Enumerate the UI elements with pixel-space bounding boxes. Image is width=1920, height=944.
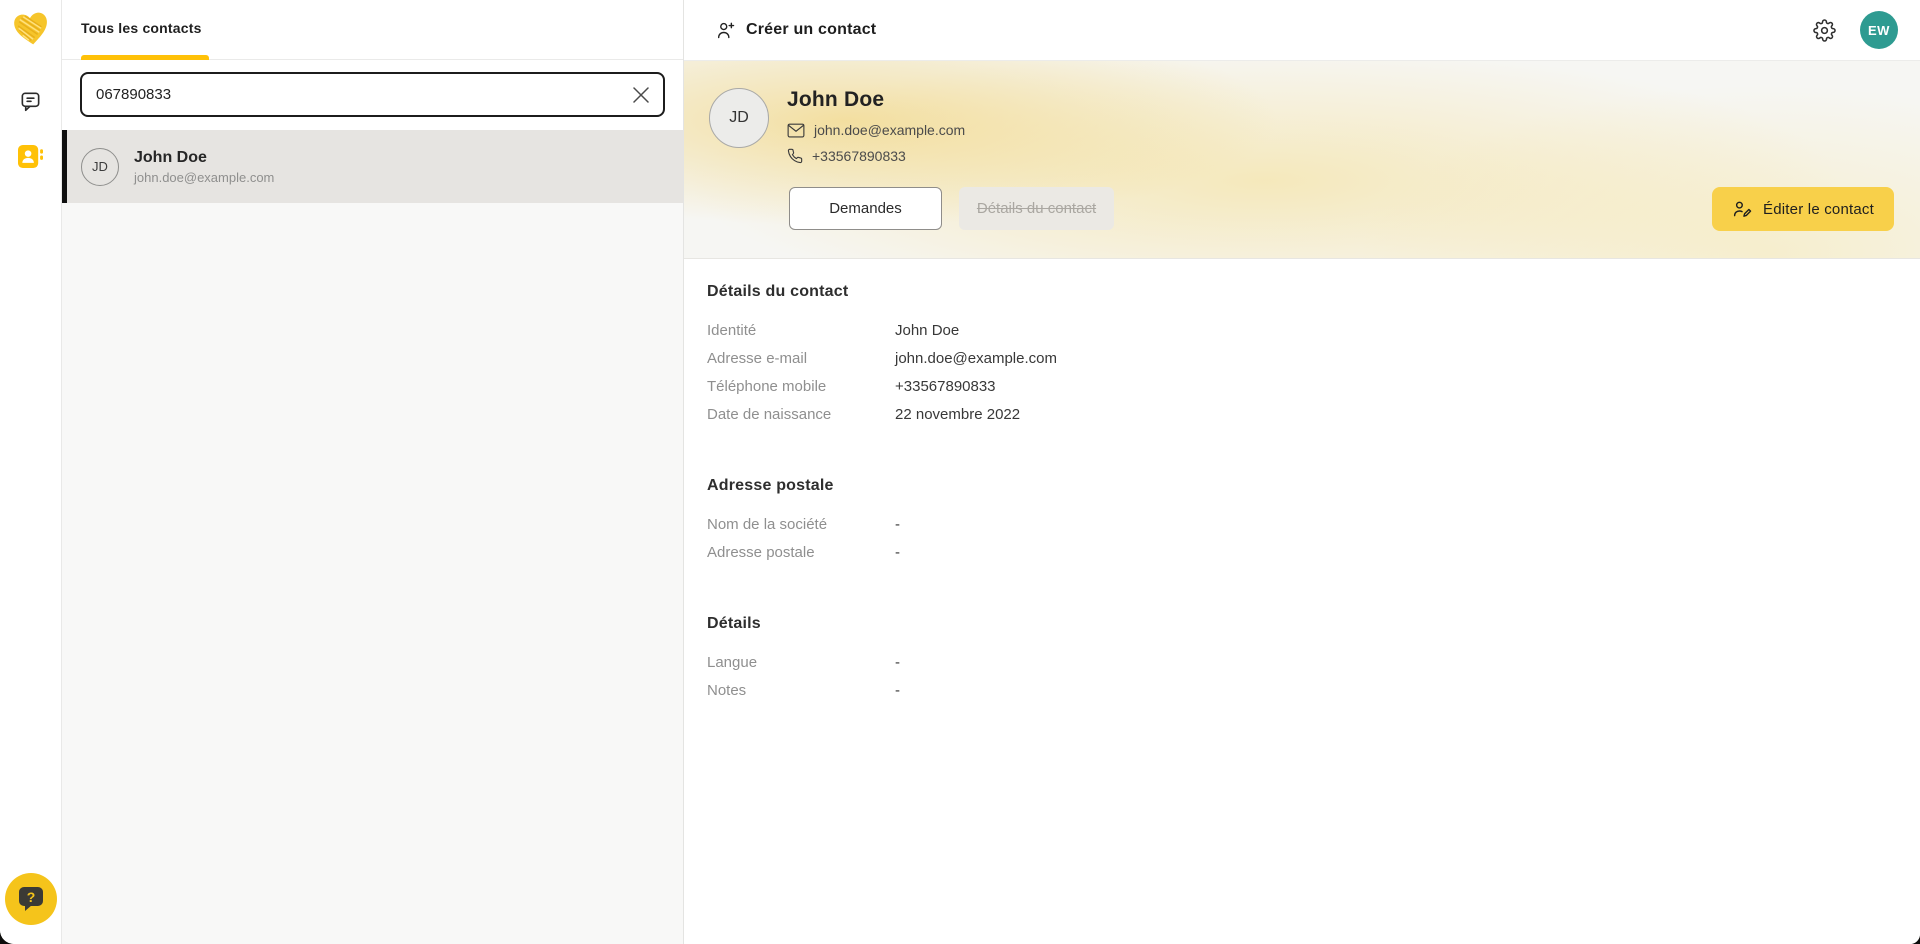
create-contact-button[interactable]: Créer un contact [715, 20, 876, 41]
detail-row-notes: Notes- [707, 677, 1920, 705]
settings-gear-icon[interactable] [1812, 18, 1836, 42]
person-plus-icon [715, 20, 736, 41]
user-avatar[interactable]: EW [1860, 11, 1898, 49]
contact-phone: +33567890833 [812, 148, 906, 164]
help-button[interactable]: ? [5, 873, 57, 925]
detail-row-email: Adresse e-mailjohn.doe@example.com [707, 345, 1920, 373]
section-details: Détails Langue- Notes- [707, 615, 1920, 705]
chat-bubble-icon [19, 90, 42, 113]
contacts-panel: Tous les contacts JD John Doe [62, 0, 684, 944]
contact-name: John Doe [134, 149, 274, 167]
section-contact-details: Détails du contact IdentitéJohn Doe Adre… [707, 283, 1920, 429]
contact-detail-content: Détails du contact IdentitéJohn Doe Adre… [684, 259, 1920, 753]
icon-sidebar: ? [0, 0, 62, 944]
heart-logo[interactable] [9, 7, 54, 52]
help-bubble-icon: ? [17, 885, 45, 913]
mail-icon [787, 123, 805, 138]
search-input[interactable] [80, 72, 665, 117]
contact-email: john.doe@example.com [134, 170, 274, 185]
section-title: Détails [707, 615, 1920, 633]
tab-all-contacts[interactable]: Tous les contacts [81, 20, 202, 36]
detail-row-mobile-phone: Téléphone mobile+33567890833 [707, 373, 1920, 401]
contacts-panel-header: Tous les contacts [62, 0, 683, 60]
avatar: JD [709, 88, 769, 148]
search-area [62, 60, 683, 130]
person-edit-icon [1732, 199, 1753, 220]
section-postal-address: Adresse postale Nom de la société- Adres… [707, 477, 1920, 567]
app-window: ? Tous les contacts [0, 0, 1920, 944]
close-icon [631, 85, 651, 105]
detail-row-postal-address: Adresse postale- [707, 539, 1920, 567]
detail-row-identity: IdentitéJohn Doe [707, 317, 1920, 345]
detail-row-language: Langue- [707, 649, 1920, 677]
contact-header: JD John Doe john.doe@example.com [684, 61, 1920, 259]
detail-row-birthdate: Date de naissance22 novembre 2022 [707, 401, 1920, 429]
contact-list-item[interactable]: JD John Doe john.doe@example.com [62, 130, 683, 203]
clear-search-button[interactable] [630, 84, 652, 106]
section-title: Adresse postale [707, 477, 1920, 495]
contact-details-button-disabled: Détails du contact [959, 187, 1114, 230]
topbar: Créer un contact EW [684, 0, 1920, 61]
sidebar-item-contacts[interactable] [18, 143, 44, 169]
section-title: Détails du contact [707, 283, 1920, 301]
phone-icon [787, 148, 803, 164]
detail-row-company-name: Nom de la société- [707, 511, 1920, 539]
contact-list-empty-space [62, 203, 683, 944]
svg-text:?: ? [27, 889, 36, 905]
edit-contact-button[interactable]: Éditer le contact [1712, 187, 1894, 231]
contact-book-icon [17, 144, 44, 169]
avatar: JD [81, 148, 119, 186]
active-tab-underline [81, 55, 209, 60]
contact-email: john.doe@example.com [814, 122, 965, 138]
main-area: Créer un contact EW JD [684, 0, 1920, 944]
contact-title: John Doe [787, 88, 965, 112]
requests-button[interactable]: Demandes [789, 187, 942, 230]
sidebar-item-conversations[interactable] [18, 88, 44, 114]
